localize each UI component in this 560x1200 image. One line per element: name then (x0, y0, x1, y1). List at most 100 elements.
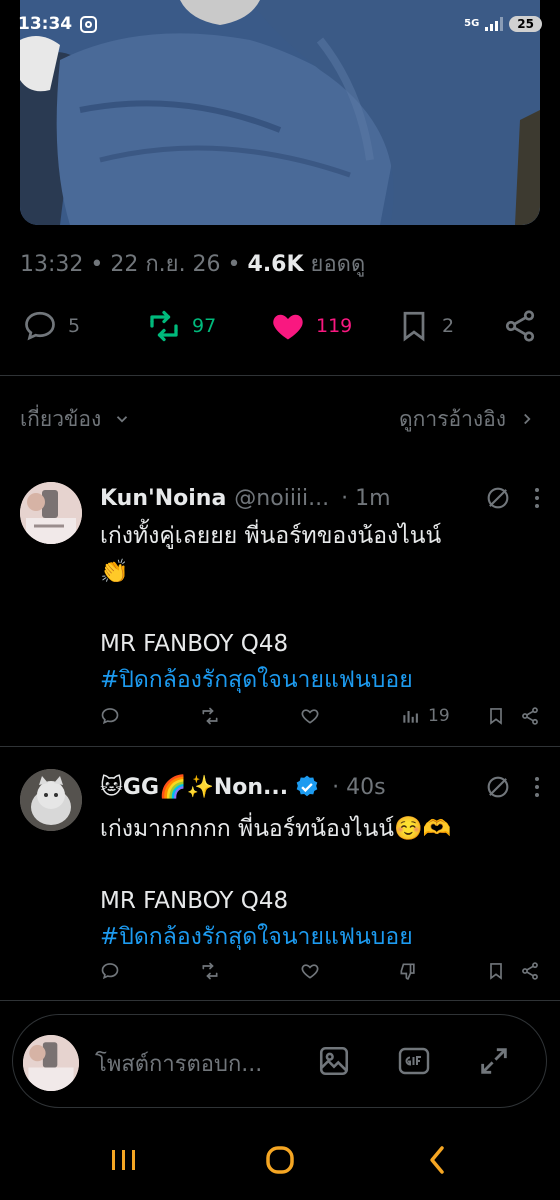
reply-line: เก่งทั้งคู่เลยยย พี่นอร์ทของน้องไนน์ (100, 518, 540, 554)
bookmark-button[interactable] (486, 961, 506, 981)
more-options-icon[interactable] (534, 488, 540, 508)
repost-button[interactable] (200, 706, 220, 726)
reply-text: เก่งมากกกกก พี่นอร์ทน้องไนน์☺️🫶 MR FANBO… (100, 811, 540, 955)
reply-icon (25, 311, 55, 341)
like-button[interactable]: 119 (270, 308, 352, 344)
status-right: 5G 25 (464, 16, 542, 32)
avatar[interactable] (20, 482, 82, 544)
like-button[interactable] (300, 706, 320, 726)
recent-apps-icon[interactable] (104, 1140, 144, 1180)
grok-icon[interactable] (484, 484, 512, 512)
reply-item[interactable]: 🐱GG🌈✨Non... · 40s เก่งมากกกกก พี่นอร์ทน้… (0, 747, 560, 1000)
reply-author-name[interactable]: 🐱GG🌈✨Non... (100, 775, 288, 800)
reply-line: เก่งมากกกกก พี่นอร์ทน้องไนน์☺️🫶 (100, 816, 452, 842)
reply-time: · 40s (332, 774, 386, 800)
reply-icon (101, 708, 119, 725)
thumbs-down-icon (400, 963, 415, 980)
reply-line: MR FANBOY Q48 (100, 631, 289, 657)
divider (0, 1000, 560, 1001)
divider (0, 375, 560, 376)
like-button[interactable] (300, 961, 320, 981)
share-icon (522, 962, 538, 980)
downvote-button[interactable] (398, 961, 418, 981)
analytics-icon (403, 711, 418, 723)
post-date: 22 ก.ย. 26 (110, 252, 221, 277)
reply-header: Kun'Noina @noiiii... · 1m (100, 484, 540, 512)
chevron-down-icon (117, 416, 128, 423)
hashtag-link[interactable]: #ปิดกล้องรักสุดใจนายแฟนบอย (100, 919, 540, 955)
reply-author-name[interactable]: Kun'Noina (100, 486, 226, 511)
battery-indicator: 25 (509, 16, 542, 32)
repost-icon (202, 707, 218, 725)
back-icon[interactable] (418, 1140, 458, 1180)
reply-item[interactable]: Kun'Noina @noiiii... · 1m เก่งทั้งคู่เลย… (0, 470, 560, 746)
reply-actions: 19 (100, 706, 540, 732)
bookmark-icon (403, 311, 425, 342)
views-button[interactable]: 19 (400, 706, 450, 726)
view-quotes-link[interactable]: ดูการอ้างอิง (399, 403, 536, 436)
network-label: 5G (464, 18, 480, 29)
meta-separator: • (220, 252, 248, 277)
reply-button[interactable] (100, 961, 120, 981)
bookmark-icon (490, 963, 502, 980)
status-bar: 13:34 5G 25 (0, 0, 560, 48)
image-icon[interactable] (317, 1044, 351, 1078)
verified-badge-icon (296, 775, 318, 797)
views-count: 4.6K (247, 252, 304, 277)
gif-icon[interactable] (397, 1044, 431, 1078)
meta-separator: • (83, 252, 111, 277)
share-icon (522, 707, 538, 725)
post-meta: 13:32 • 22 ก.ย. 26 • 4.6K ยอดดู (20, 246, 365, 281)
bookmark-icon (490, 708, 502, 725)
reply-composer: โพสต์การตอบก... (12, 1014, 547, 1108)
reply-author-handle[interactable]: @noiiii... (234, 486, 329, 511)
reply-line: MR FANBOY Q48 (100, 888, 289, 914)
reply-icon (101, 963, 119, 980)
reply-header: 🐱GG🌈✨Non... · 40s (100, 773, 540, 801)
heart-outline-icon (301, 964, 319, 979)
reply-button[interactable]: 5 (22, 308, 80, 344)
grok-icon[interactable] (484, 773, 512, 801)
relevance-row: เกี่ยวข้อง ดูการอ้างอิง (20, 402, 536, 436)
share-button[interactable] (502, 308, 538, 344)
repost-icon (202, 962, 218, 980)
more-options-icon[interactable] (534, 777, 540, 797)
share-button[interactable] (520, 961, 540, 981)
bookmark-count: 2 (442, 315, 455, 337)
heart-outline-icon (301, 709, 319, 724)
repost-button[interactable] (200, 961, 220, 981)
signal-icon (485, 17, 504, 31)
bookmark-button[interactable]: 2 (396, 308, 454, 344)
home-icon[interactable] (260, 1140, 300, 1180)
heart-icon (273, 314, 303, 340)
repost-count: 97 (192, 315, 217, 337)
reply-time: · 1m (341, 485, 391, 511)
hashtag-link[interactable]: #ปิดกล้องรักสุดใจนายแฟนบอย (100, 662, 540, 698)
repost-icon (150, 310, 178, 342)
chevron-right-icon (524, 413, 531, 425)
reply-input[interactable]: โพสต์การตอบก... (95, 1046, 262, 1081)
views-label: ยอดดู (310, 252, 366, 277)
status-time: 13:34 (18, 14, 73, 34)
share-button[interactable] (520, 706, 540, 726)
instagram-icon (80, 15, 98, 33)
system-nav-bar (0, 1120, 560, 1200)
share-icon (505, 310, 535, 342)
like-count: 119 (316, 315, 353, 337)
sort-dropdown[interactable]: เกี่ยวข้อง (20, 403, 131, 436)
reply-actions (100, 961, 540, 987)
post-time: 13:32 (20, 252, 84, 277)
avatar[interactable] (20, 769, 82, 831)
avatar (23, 1035, 79, 1091)
reply-line-text: เก่งทั้งคู่เลยยย พี่นอร์ทของน้องไนน์ (100, 523, 442, 549)
reply-button[interactable] (100, 706, 120, 726)
bookmark-button[interactable] (486, 706, 506, 726)
repost-button[interactable]: 97 (146, 308, 216, 344)
views-count: 19 (428, 706, 450, 726)
sort-label: เกี่ยวข้อง (20, 406, 102, 431)
expand-icon[interactable] (477, 1044, 511, 1078)
reply-count: 5 (68, 315, 81, 337)
quotes-label: ดูการอ้างอิง (399, 406, 506, 431)
